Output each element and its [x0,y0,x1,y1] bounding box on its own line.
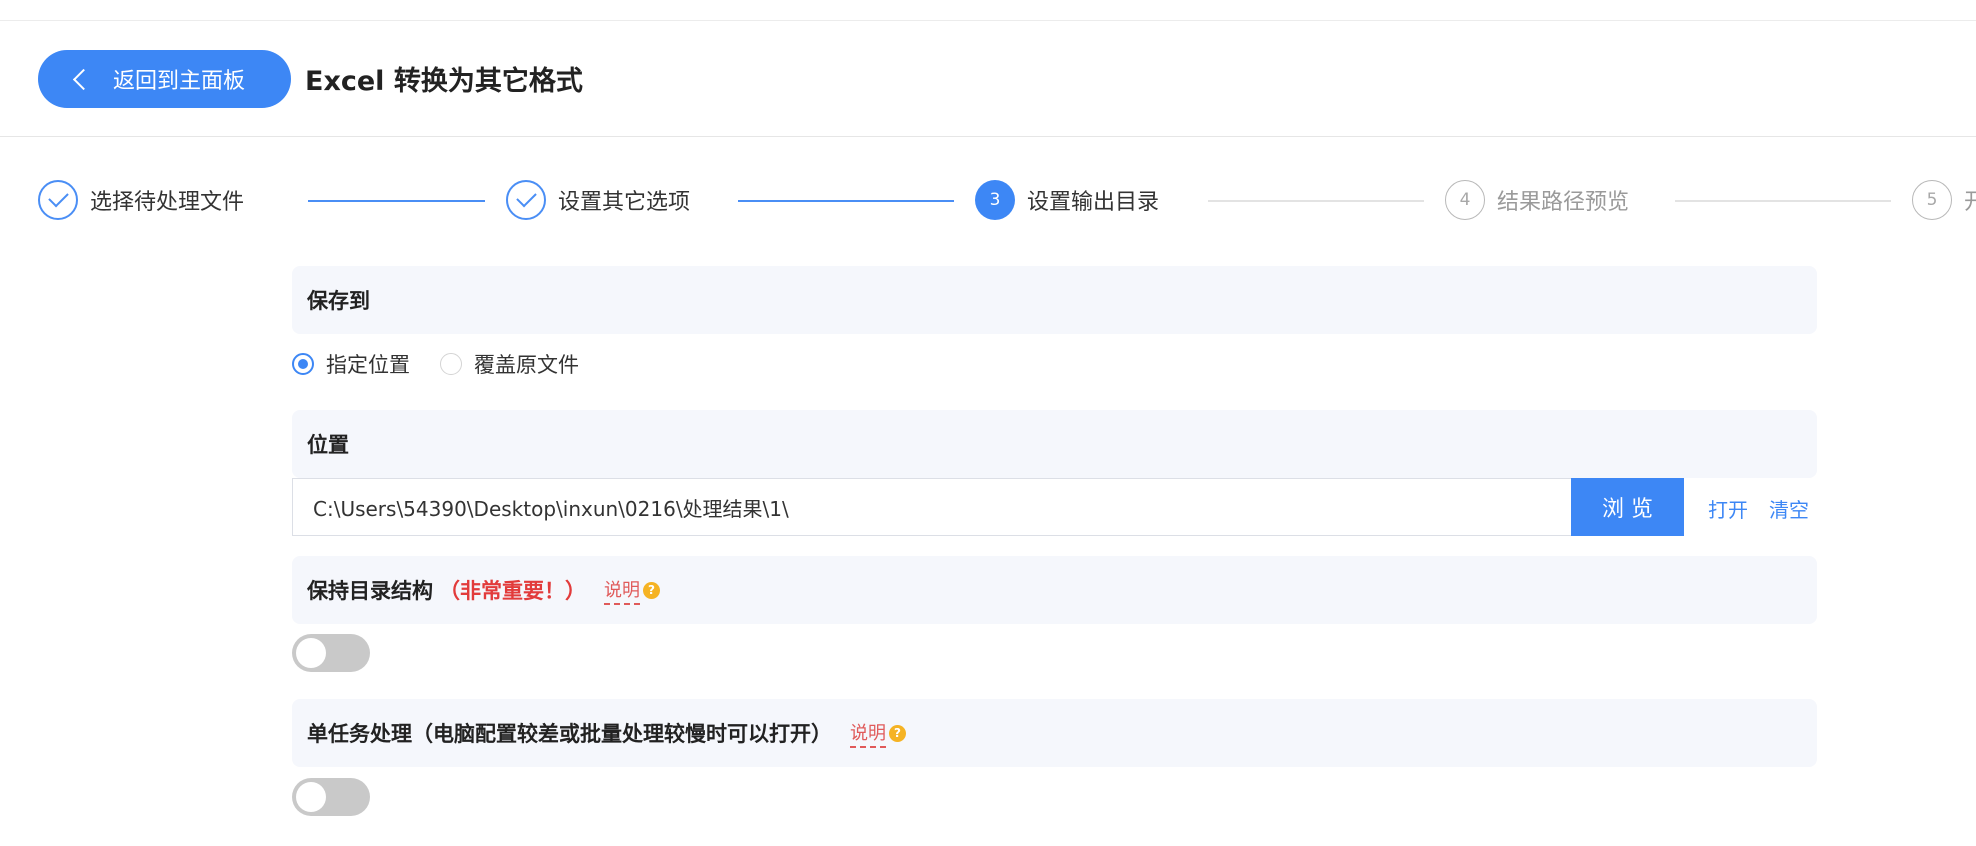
check-icon [38,180,78,220]
open-folder-link[interactable]: 打开 [1708,494,1748,523]
step-number-badge: 3 [975,180,1015,220]
single-task-heading: 单任务处理（电脑配置较差或批量处理较慢时可以打开） [307,722,832,746]
important-note: （非常重要！） [439,579,586,603]
radio-overwrite-original-label[interactable]: 覆盖原文件 [474,349,579,379]
keep-structure-heading: 保持目录结构 [307,579,433,603]
step-number-badge: 5 [1912,180,1952,220]
step-2[interactable]: 设置其它选项 [506,178,690,222]
step-3[interactable]: 3 设置输出目录 [975,178,1159,222]
radio-specified-location[interactable] [292,353,314,375]
radio-overwrite-original[interactable] [440,353,462,375]
step-connector [1675,200,1891,202]
step-4[interactable]: 4 结果路径预览 [1445,178,1629,222]
output-path-input[interactable] [292,478,1571,536]
step-5-label: 开 [1964,190,1976,215]
help-link-label: 说明 [604,579,640,601]
location-heading: 位置 [307,433,349,457]
chevron-left-icon [72,68,95,90]
radio-specified-location-label[interactable]: 指定位置 [326,349,410,379]
step-connector [1208,200,1424,202]
page-title: Excel 转换为其它格式 [305,66,583,97]
header-divider [0,136,1976,137]
output-path-row: 浏 览 打开 清空 [292,478,1817,536]
step-1-label: 选择待处理文件 [90,190,245,215]
step-1[interactable]: 选择待处理文件 [38,178,244,222]
single-task-toggle[interactable] [292,778,370,816]
save-mode-radio-group: 指定位置 覆盖原文件 [292,344,609,384]
clear-path-link[interactable]: 清空 [1769,494,1809,523]
step-connector [738,200,954,202]
save-to-heading: 保存到 [307,289,370,313]
single-task-section-header: 单任务处理（电脑配置较差或批量处理较慢时可以打开） 说明 ? [292,699,1817,767]
back-to-dashboard-button[interactable]: 返回到主面板 [38,50,291,108]
question-icon[interactable]: ? [889,724,906,742]
step-indicator: 选择待处理文件 设置其它选项 3 设置输出目录 4 结果路径预览 5 开 [0,178,1976,228]
step-3-label: 设置输出目录 [1027,190,1160,215]
question-icon[interactable]: ? [643,581,660,599]
toggle-knob [296,638,326,668]
step-5[interactable]: 5 开 [1912,178,1976,222]
step-4-label: 结果路径预览 [1497,190,1630,215]
keep-structure-toggle[interactable] [292,634,370,672]
browse-button[interactable]: 浏 览 [1571,478,1684,536]
location-section-header: 位置 [292,410,1817,478]
step-connector [308,200,485,202]
single-task-help-link[interactable]: 说明 [850,719,886,748]
check-icon [506,180,546,220]
toggle-knob [296,782,326,812]
keep-structure-section-header: 保持目录结构 （非常重要！） 说明 ? [292,556,1817,624]
help-link-label: 说明 [850,722,886,744]
save-to-section-header: 保存到 [292,266,1817,334]
step-2-label: 设置其它选项 [558,190,691,215]
back-button-label: 返回到主面板 [113,69,246,94]
page-header: 返回到主面板 Excel 转换为其它格式 [0,21,1976,136]
keep-structure-help-link[interactable]: 说明 [604,576,640,605]
step-number-badge: 4 [1445,180,1485,220]
